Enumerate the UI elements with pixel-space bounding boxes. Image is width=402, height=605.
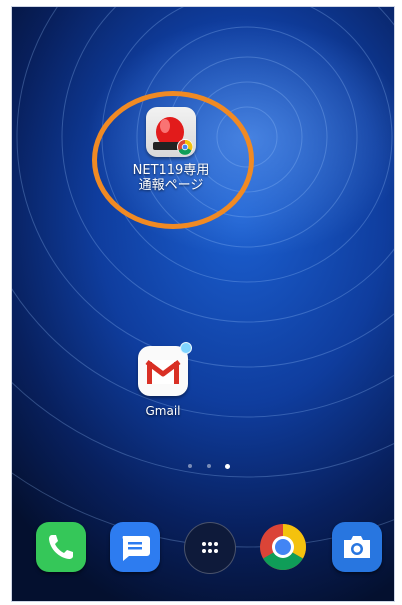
home-screen: NET119専用 通報ページ Gmail [11, 6, 395, 602]
phone-icon [49, 535, 73, 559]
notification-badge [180, 342, 192, 354]
app-gmail[interactable]: Gmail [135, 342, 192, 426]
dock-app-drawer[interactable] [184, 522, 236, 574]
page-dot-active [225, 464, 230, 469]
dock-camera[interactable] [332, 522, 382, 572]
dock-chrome[interactable] [258, 522, 308, 572]
page-indicator [188, 464, 248, 474]
app-label-gmail: Gmail [145, 404, 181, 418]
message-icon [122, 536, 150, 561]
chrome-icon [260, 524, 306, 570]
grid-icon [202, 542, 218, 553]
camera-icon [344, 536, 370, 558]
page-dot [188, 464, 192, 468]
dock-phone[interactable] [36, 522, 86, 572]
dock-messages[interactable] [110, 522, 160, 572]
highlight-ring [92, 91, 254, 229]
page-dot [207, 464, 211, 468]
gmail-icon [138, 346, 188, 396]
